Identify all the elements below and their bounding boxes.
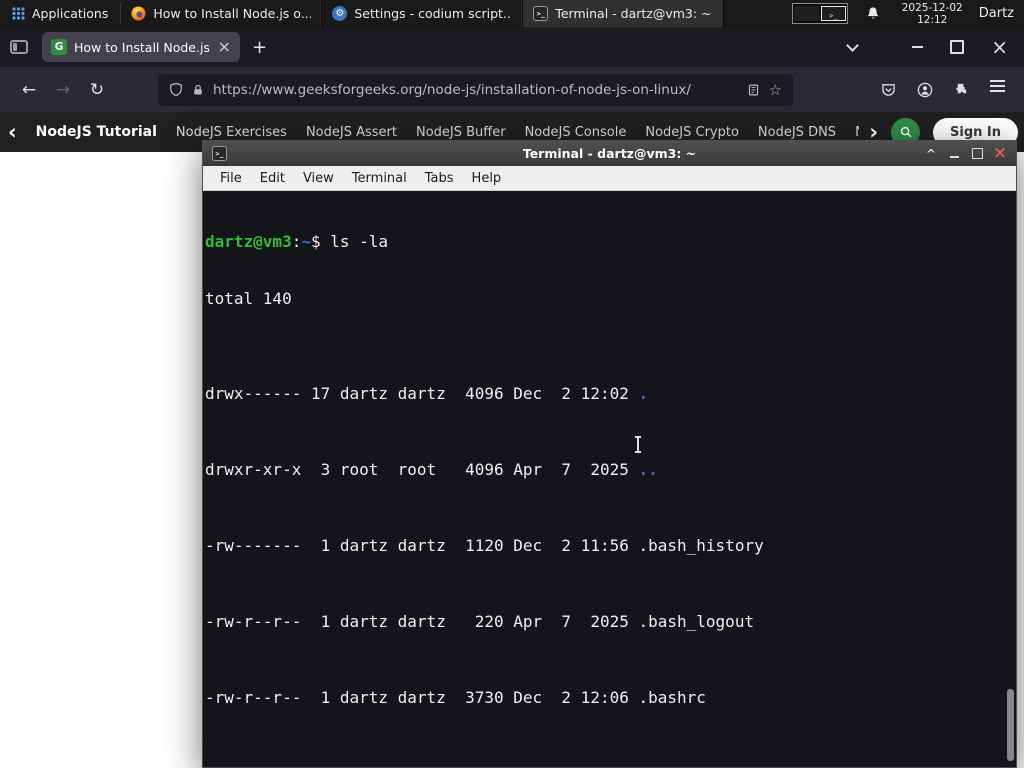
taskbar-window-settings[interactable]: Settings - codium script... [322,0,524,27]
applications-label: Applications [32,6,109,21]
search-icon [900,126,911,138]
clock-time: 12:12 [917,13,948,26]
taskbar-window-title: Settings - codium script... [354,6,513,21]
clock-date: 2025-12-02 [901,1,963,14]
terminal-close-button[interactable] [993,147,1007,161]
terminal-content[interactable]: dartz@vm3:~$ ls -la total 140 drwx------… [203,191,1016,767]
terminal-maximize-button[interactable] [970,147,984,161]
firefox-icon [131,6,146,21]
tab-bar: How to Install Node.js on [0,27,1024,67]
terminal-output-line: drwx------ 17 dartz dartz 4096 Dec 2 12:… [205,384,649,403]
applications-menu-button[interactable]: Applications [0,0,120,27]
terminal-output-line: -rw------- 1 dartz dartz 1120 Dec 2 11:5… [205,536,764,555]
terminal-total-line: total 140 [205,289,292,308]
terminal-window-icon [212,146,227,161]
reader-mode-icon[interactable] [747,83,760,97]
menu-terminal[interactable]: Terminal [352,171,407,186]
terminal-output-line: -rw-r--r-- 1 dartz dartz 3730 Dec 2 12:0… [205,688,706,707]
menu-tabs[interactable]: Tabs [425,171,454,186]
taskbar-spacer [724,0,785,27]
site-nav-item[interactable]: NodeJS Exercises [176,125,287,140]
pocket-icon[interactable] [881,82,896,97]
terminal-titlebar[interactable]: Terminal - dartz@vm3: ~ [203,141,1016,166]
terminal-icon [533,6,549,21]
desktop: Applications How to Install Node.js o...… [0,0,1024,768]
bookmark-star-icon[interactable] [769,80,782,99]
geeksforgeeks-favicon [51,39,67,55]
tab-title: How to Install Node.js on [74,39,211,55]
maximize-button[interactable] [950,40,964,54]
system-taskbar: Applications How to Install Node.js o...… [0,0,1024,27]
terminal-scrollbar[interactable] [1005,191,1016,767]
terminal-window: Terminal - dartz@vm3: ~ File Edit View T… [202,140,1017,768]
window-controls [846,37,1014,58]
terminal-title: Terminal - dartz@vm3: ~ [522,146,697,161]
applications-grid-icon [12,7,25,20]
bell-icon [867,7,878,19]
mouse-ibeam-cursor [635,436,641,453]
extensions-puzzle-icon[interactable] [954,82,969,97]
clock[interactable]: 2025-12-02 12:12 [892,0,973,27]
nav-scroll-left-chevron-icon[interactable] [8,120,17,144]
terminal-output-line: -rw-r--r-- 1 dartz dartz 220 Apr 7 2025 … [205,612,755,631]
site-nav-item[interactable]: NodeJS Console [525,125,627,140]
notifications-button[interactable] [854,0,892,27]
terminal-menubar: File Edit View Terminal Tabs Help [203,166,1016,191]
terminal-window-controls [924,147,1007,161]
list-tabs-chevron-icon[interactable] [846,38,860,52]
menu-edit[interactable]: Edit [260,171,285,186]
firefox-view-icon[interactable] [10,40,28,54]
pager-terminal-icon [829,6,837,21]
settings-gear-icon [332,6,348,21]
terminal-output-line: drwxr-xr-x 10 dartz dartz 4096 Dec 2 12:… [205,764,1016,767]
terminal-output-line: drwxr-xr-x 3 root root 4096 Apr 7 2025 .… [205,460,658,479]
forward-button[interactable] [46,80,80,100]
site-nav-item[interactable]: NodeJS Crypto [645,125,739,140]
tab-close-icon[interactable] [218,39,231,55]
new-tab-button[interactable] [252,37,267,58]
shade-button[interactable] [924,147,938,161]
site-nav-item[interactable]: NodeJS DNS [758,125,836,140]
terminal-prompt-line: dartz@vm3:~$ ls -la [205,232,1016,251]
browser-tab[interactable]: How to Install Node.js on [42,32,240,62]
url-bar[interactable]: https://www.geeksforgeeks.org/node-js/in… [158,73,793,106]
toolbar-icons [881,82,1012,98]
taskbar-window-firefox[interactable]: How to Install Node.js o... [121,0,323,27]
workspace-pager[interactable] [791,3,848,24]
tracking-shield-icon[interactable] [169,82,183,97]
reload-button[interactable] [80,80,114,100]
terminal-listing: drwx------ 17 dartz dartz 4096 Dec 2 12:… [205,346,1016,767]
minimize-button[interactable] [912,46,923,48]
site-nav-item[interactable]: NodeJS Buffer [416,125,506,140]
menu-help[interactable]: Help [472,171,502,186]
taskbar-window-title: Terminal - dartz@vm3: ~ [555,6,712,21]
site-nav-item[interactable]: NodeJS Assert [306,125,397,140]
account-icon[interactable] [917,82,933,98]
taskbar-window-terminal[interactable]: Terminal - dartz@vm3: ~ [523,0,725,27]
prompt-command: $ ls -la [310,232,389,251]
taskbar-window-title: How to Install Node.js o... [153,6,312,21]
site-nav-active-item[interactable]: NodeJS Tutorial [36,124,157,140]
menu-view[interactable]: View [303,171,334,186]
prompt-path: ~ [301,232,311,251]
prompt-user-host: dartz@vm3 [205,232,292,251]
menu-file[interactable]: File [220,171,242,186]
lock-icon[interactable] [192,83,204,97]
navigation-toolbar: https://www.geeksforgeeks.org/node-js/in… [0,67,1024,112]
scrollbar-thumb[interactable] [1007,689,1014,761]
back-button[interactable] [12,80,46,100]
workspace-cell-active[interactable] [820,6,846,21]
close-button[interactable] [991,37,1008,58]
user-menu[interactable]: Dartz [973,0,1024,27]
workspace-cell[interactable] [793,6,819,21]
url-text[interactable]: https://www.geeksforgeeks.org/node-js/in… [213,82,738,98]
prompt-colon: : [291,232,302,251]
terminal-minimize-button[interactable] [947,147,961,161]
